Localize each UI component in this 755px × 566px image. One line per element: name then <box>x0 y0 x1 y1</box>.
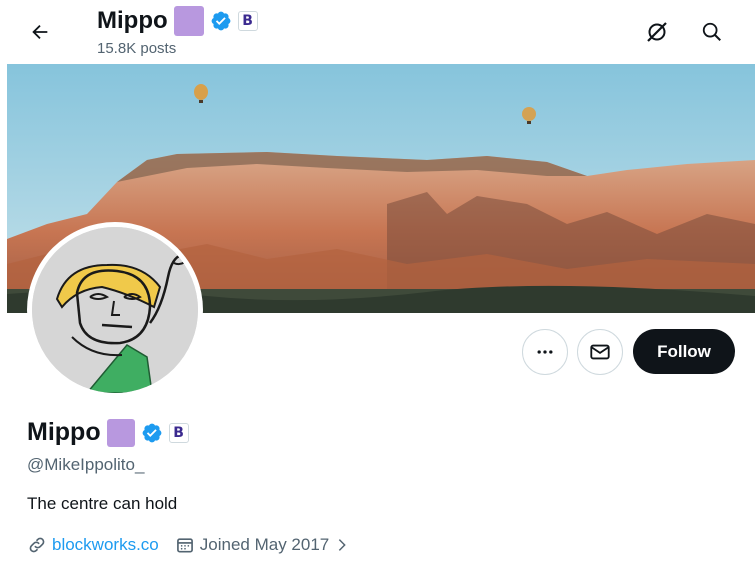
link-icon <box>29 537 45 553</box>
website-item: blockworks.co <box>27 535 159 555</box>
avatar[interactable] <box>27 222 203 398</box>
search-button[interactable] <box>692 12 732 52</box>
more-options-button[interactable] <box>522 329 568 375</box>
envelope-icon <box>590 344 610 360</box>
calendar-icon <box>176 538 193 553</box>
custom-emoji <box>173 6 204 36</box>
message-button[interactable] <box>577 329 623 375</box>
post-count: 15.8K posts <box>97 40 177 57</box>
grok-button[interactable] <box>637 12 677 52</box>
joined-item: Joined May 2017 <box>175 535 350 555</box>
affiliate-badge-letter: B <box>173 424 184 441</box>
joined-date: Joined May 2017 <box>199 535 330 554</box>
avatar-image <box>32 227 198 393</box>
profile-bio: The centre can hold <box>27 494 178 513</box>
profile-meta: blockworks.co Joined May 2017 <box>27 535 366 555</box>
back-button[interactable] <box>20 12 60 52</box>
profile-handle: @MikeIppolito_ <box>27 455 145 474</box>
follow-button[interactable]: Follow <box>633 329 735 374</box>
affiliate-badge[interactable]: B <box>237 11 258 31</box>
affiliate-badge-letter: B <box>242 13 253 29</box>
header-name: Mippo <box>97 7 168 34</box>
grok-icon <box>647 22 667 42</box>
profile-header: Mippo B 15.8K posts <box>0 0 755 64</box>
affiliate-badge[interactable]: B <box>168 422 189 443</box>
arrow-left-icon <box>32 24 48 40</box>
profile-name: Mippo <box>27 418 101 446</box>
header-name-row: Mippo B <box>97 6 258 36</box>
verified-badge-icon[interactable] <box>141 422 163 444</box>
chevron-right-icon[interactable] <box>334 537 350 553</box>
verified-badge-icon[interactable] <box>210 10 232 32</box>
profile-name-row: Mippo B <box>27 418 189 447</box>
custom-emoji <box>106 418 135 447</box>
search-icon <box>702 22 721 41</box>
more-dots-icon <box>537 350 553 354</box>
website-link[interactable]: blockworks.co <box>52 535 159 555</box>
